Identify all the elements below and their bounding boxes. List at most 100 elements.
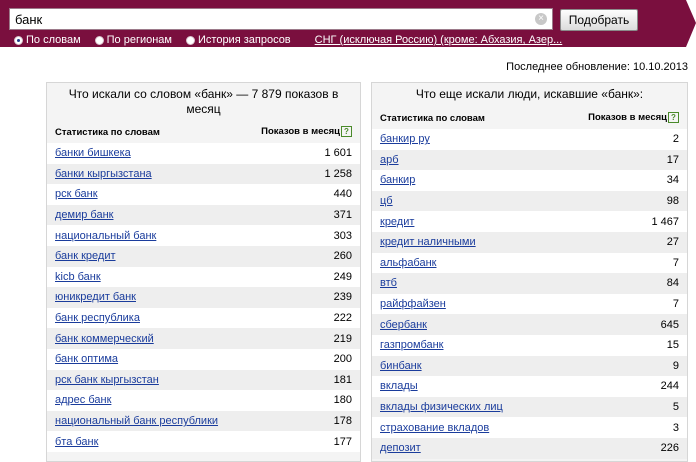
impressions-count: 5 — [672, 401, 679, 414]
keyword-list: банкир ру 2 арб 17 банкир 34 цб 98 кредит 1 467 кр… — [372, 129, 687, 459]
impressions-count: 27 — [666, 236, 679, 249]
keyword-link[interactable]: втб — [380, 277, 397, 289]
table-row: рск банк 440 — [47, 184, 360, 205]
impressions-count: 181 — [333, 373, 352, 386]
keyword-link[interactable]: юникредит банк — [55, 291, 136, 303]
keyword-link[interactable]: газпромбанк — [380, 339, 444, 351]
table-row: банк республика 222 — [47, 307, 360, 329]
last-update: Последнее обновление: 10.10.2013 — [506, 61, 688, 73]
radio-icon[interactable] — [186, 35, 195, 45]
impressions-count: 7 — [672, 298, 679, 311]
keyword-link[interactable]: банкир — [380, 174, 415, 186]
table-row: цб 98 — [372, 190, 687, 212]
keyword-link[interactable]: депозит — [380, 442, 421, 454]
keyword-link[interactable]: райффайзен — [380, 298, 446, 310]
mode-by-regions[interactable]: По регионам — [94, 34, 172, 46]
clear-icon[interactable]: × — [535, 13, 547, 25]
keyword-link[interactable]: национальный банк — [55, 230, 156, 242]
keyword-stats-panel: Что искали со словом «банк» — 7 879 пока… — [46, 82, 361, 462]
search-input[interactable] — [15, 11, 525, 27]
impressions-count: 222 — [333, 312, 352, 325]
table-row: депозит 226 — [372, 437, 687, 459]
keyword-link[interactable]: национальный банк республики — [55, 415, 218, 427]
keyword-link[interactable]: банк оптима — [55, 353, 118, 365]
panel-title: Что еще искали люди, искавшие «банк»: — [415, 87, 644, 101]
keyword-link[interactable]: банк коммерческий — [55, 333, 154, 345]
table-row: газпромбанк 15 — [372, 334, 687, 356]
impressions-count: 3 — [672, 421, 679, 434]
table-row: банк кредит 260 — [47, 245, 360, 267]
column-keyword: Статистика по словам — [55, 126, 160, 138]
impressions-count: 9 — [672, 359, 679, 372]
search-mode-options: По словам По регионам История запросов С… — [14, 33, 562, 47]
table-row: демир банк 371 — [47, 204, 360, 226]
impressions-count: 200 — [333, 353, 352, 366]
table-row: бта банк 177 — [47, 431, 360, 452]
keyword-link[interactable]: бта банк — [55, 436, 98, 448]
table-row: рск банк кыргызстан 181 — [47, 369, 360, 391]
column-keyword: Статистика по словам — [380, 112, 485, 124]
impressions-count: 15 — [666, 339, 679, 352]
keyword-link[interactable]: бинбанк — [380, 360, 422, 372]
impressions-count: 2 — [672, 133, 679, 146]
impressions-count: 17 — [666, 153, 679, 166]
column-count: Показов в месяц? — [588, 112, 679, 124]
keyword-link[interactable]: альфабанк — [380, 257, 437, 269]
table-row: втб 84 — [372, 273, 687, 294]
table-row: банки кыргызстана 1 258 — [47, 163, 360, 185]
mode-history[interactable]: История запросов — [186, 34, 291, 46]
keyword-link[interactable]: цб — [380, 195, 393, 207]
impressions-count: 303 — [333, 229, 352, 242]
search-bar-arrow — [686, 0, 696, 47]
search-box[interactable]: × — [9, 8, 553, 30]
keyword-link[interactable]: рск банк кыргызстан — [55, 374, 159, 386]
table-row: страхование вкладов 3 — [372, 417, 687, 438]
mode-by-words[interactable]: По словам — [14, 34, 81, 46]
keyword-link[interactable]: банкир ру — [380, 133, 430, 145]
keyword-link[interactable]: банки кыргызстана — [55, 168, 152, 180]
radio-icon[interactable] — [94, 35, 104, 45]
radio-icon[interactable] — [14, 35, 23, 45]
impressions-count: 84 — [666, 277, 679, 290]
mode-label: По регионам — [106, 34, 172, 46]
impressions-count: 98 — [666, 195, 679, 208]
keyword-link[interactable]: kicb банк — [55, 271, 101, 283]
impressions-count: 177 — [333, 435, 352, 448]
impressions-count: 645 — [660, 318, 679, 331]
keyword-link[interactable]: банки бишкека — [55, 147, 131, 159]
keyword-link[interactable]: страхование вкладов — [380, 422, 489, 434]
keyword-link[interactable]: кредит наличными — [380, 236, 476, 248]
column-count: Показов в месяц? — [261, 126, 352, 138]
impressions-count: 180 — [333, 394, 352, 407]
impressions-count: 178 — [333, 415, 352, 428]
keyword-link[interactable]: рск банк — [55, 188, 98, 200]
table-row: банк коммерческий 219 — [47, 328, 360, 349]
table-row: сбербанк 645 — [372, 314, 687, 335]
region-selector-link[interactable]: СНГ (исключая Россию) (кроме: Абхазия, А… — [315, 34, 563, 46]
keyword-link[interactable]: сбербанк — [380, 319, 427, 331]
help-icon[interactable]: ? — [341, 126, 352, 138]
keyword-link[interactable]: вклады — [380, 380, 418, 392]
table-row: банкир 34 — [372, 170, 687, 191]
keyword-link[interactable]: адрес банк — [55, 394, 111, 406]
keyword-link[interactable]: банк республика — [55, 312, 140, 324]
table-row: национальный банк 303 — [47, 225, 360, 246]
impressions-count: 244 — [660, 380, 679, 393]
help-icon[interactable]: ? — [668, 112, 679, 124]
impressions-count: 371 — [333, 209, 352, 222]
keyword-link[interactable]: вклады физических лиц — [380, 401, 503, 413]
mode-label: По словам — [26, 34, 81, 46]
keyword-link[interactable]: демир банк — [55, 209, 113, 221]
impressions-count: 260 — [333, 250, 352, 263]
table-row: кредит наличными 27 — [372, 231, 687, 253]
keyword-link[interactable]: кредит — [380, 216, 414, 228]
column-header: Статистика по словам Показов в месяц? — [372, 112, 687, 124]
submit-button[interactable]: Подобрать — [560, 9, 638, 31]
impressions-count: 219 — [333, 332, 352, 345]
keyword-link[interactable]: арб — [380, 154, 399, 166]
mode-label: История запросов — [198, 34, 291, 46]
impressions-count: 440 — [333, 188, 352, 201]
keyword-link[interactable]: банк кредит — [55, 250, 116, 262]
impressions-count: 1 601 — [324, 147, 352, 160]
impressions-count: 249 — [333, 270, 352, 283]
